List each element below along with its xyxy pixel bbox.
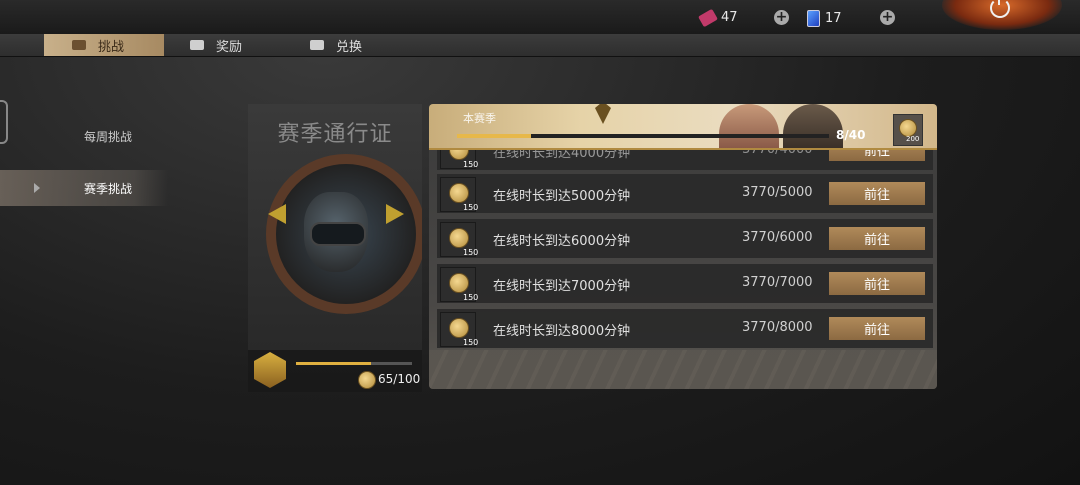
top-bar: 47 + 17 + <box>0 0 1080 34</box>
pass-points: 65/100 <box>378 372 421 386</box>
map-background <box>429 350 937 389</box>
task-progress: 3770/7000 <box>742 275 813 290</box>
reward-amount: 150 <box>463 248 479 257</box>
task-progress: 3770/5000 <box>742 185 813 200</box>
task-row: 150 在线时长到达8000分钟 3770/8000 前往 <box>437 309 933 348</box>
goggles-art <box>310 222 366 246</box>
exchange-icon <box>310 40 324 50</box>
ticket-icon <box>698 8 718 27</box>
tier-reward-button[interactable]: 200 <box>893 114 923 146</box>
sidebar-item-label: 每周挑战 <box>84 129 133 144</box>
rewards-icon <box>190 40 204 50</box>
tier-header: 本赛季 8/40 200 <box>429 104 937 150</box>
task-row: 150 在线时长到达4000分钟 3770/4000 前往 <box>437 134 933 170</box>
sidebar-item-weekly[interactable]: 每周挑战 <box>0 118 168 154</box>
reward-box: 150 <box>440 222 479 257</box>
tab-bar: 挑战 奖励 兑换 <box>0 34 1080 57</box>
coin-icon <box>449 228 469 248</box>
task-progress: 3770/6000 <box>742 230 813 245</box>
task-panel: 150 在线时长到达4000分钟 3770/4000 前往 150 在线时长到达… <box>429 104 937 389</box>
pass-progress-bar <box>296 362 412 365</box>
go-button[interactable]: 前往 <box>829 317 925 340</box>
reward-amount: 150 <box>463 293 479 302</box>
tier-progress-bar <box>457 134 829 138</box>
reward-amount: 150 <box>463 338 479 347</box>
season-pass-card[interactable]: 赛季通行证 65/100 <box>248 104 422 392</box>
go-button[interactable]: 前往 <box>829 227 925 250</box>
add-cards-button[interactable]: + <box>880 10 895 25</box>
go-button[interactable]: 前往 <box>829 182 925 205</box>
reward-amount: 150 <box>463 160 479 169</box>
add-tickets-button[interactable]: + <box>774 10 789 25</box>
task-description: 在线时长到达8000分钟 <box>493 324 631 339</box>
tier-progress-fill <box>457 134 532 138</box>
go-button[interactable]: 前往 <box>829 272 925 295</box>
coin-icon <box>449 183 469 203</box>
character-portrait <box>783 104 843 148</box>
tab-rewards[interactable]: 奖励 <box>190 34 242 56</box>
reward-box: 150 <box>440 312 479 347</box>
character-portrait <box>719 104 779 148</box>
power-icon <box>990 0 1010 18</box>
tab-exchange-label: 兑换 <box>336 39 363 55</box>
reward-box: 150 <box>440 177 479 212</box>
sidebar-item-label: 赛季挑战 <box>84 181 133 196</box>
ticket-counter: 47 <box>698 8 738 27</box>
coin-icon <box>449 318 469 338</box>
task-description: 在线时长到达5000分钟 <box>493 189 631 204</box>
tier-count: 8/40 <box>836 128 866 142</box>
emblem-icon <box>595 104 611 124</box>
pass-progress-fill <box>296 362 372 365</box>
pass-title: 赛季通行证 <box>277 122 393 147</box>
task-description: 在线时长到达6000分钟 <box>493 234 631 249</box>
coin-icon <box>449 273 469 293</box>
task-row: 150 在线时长到达7000分钟 3770/7000 前往 <box>437 264 933 303</box>
arrow-right-icon <box>34 183 40 193</box>
task-progress: 3770/8000 <box>742 320 813 335</box>
power-button[interactable] <box>942 0 1062 30</box>
tab-challenge-label: 挑战 <box>98 39 125 55</box>
reward-box: 150 <box>440 267 479 302</box>
hazard-sign-left <box>268 204 286 224</box>
card-counter: 17 <box>807 10 842 27</box>
challenge-icon <box>72 40 86 50</box>
hazard-sign-right <box>386 204 404 224</box>
tier-label: 本赛季 <box>463 112 496 125</box>
tab-rewards-label: 奖励 <box>216 39 243 55</box>
tab-challenge[interactable]: 挑战 <box>44 34 164 56</box>
ticket-count: 47 <box>721 10 738 25</box>
card-icon <box>807 10 820 27</box>
card-count: 17 <box>825 11 842 26</box>
task-row: 150 在线时长到达6000分钟 3770/6000 前往 <box>437 219 933 258</box>
task-row: 150 在线时长到达5000分钟 3770/5000 前往 <box>437 174 933 213</box>
coin-icon <box>358 371 376 389</box>
reward-amount: 150 <box>463 203 479 212</box>
sidebar-item-season[interactable]: 赛季挑战 <box>0 170 168 206</box>
task-description: 在线时长到达7000分钟 <box>493 279 631 294</box>
tab-exchange[interactable]: 兑换 <box>310 34 362 56</box>
tier-reward-value: 200 <box>906 135 920 143</box>
